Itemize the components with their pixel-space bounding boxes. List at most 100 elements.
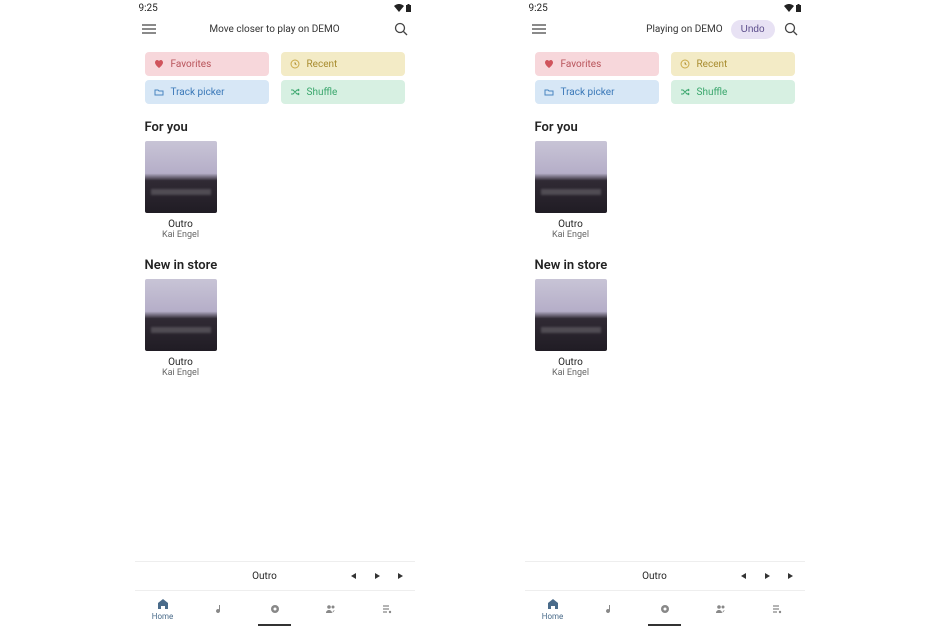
shuffle-icon xyxy=(679,86,691,98)
top-message: Playing on DEMO xyxy=(549,24,725,35)
status-bar: 9:25 xyxy=(525,0,805,14)
nav-playlists[interactable] xyxy=(359,591,415,626)
chip-favorites[interactable]: Favorites xyxy=(535,52,659,76)
status-time: 9:25 xyxy=(529,3,548,14)
album-art xyxy=(145,279,217,351)
nav-home[interactable]: Home xyxy=(135,591,191,626)
track-artist: Kai Engel xyxy=(535,230,607,240)
top-bar: Move closer to play on DEMO xyxy=(135,14,415,44)
mini-player-title: Outro xyxy=(183,571,347,582)
track-title: Outro xyxy=(145,219,217,230)
playlist-icon xyxy=(380,602,394,616)
nav-home[interactable]: Home xyxy=(525,591,581,626)
track-card[interactable]: Outro Kai Engel xyxy=(535,279,607,378)
wifi-icon xyxy=(784,4,794,12)
play-button[interactable] xyxy=(761,570,773,582)
chip-track-picker[interactable]: Track picker xyxy=(535,80,659,104)
people-icon xyxy=(714,602,728,616)
bottom-area: Outro Home xyxy=(135,561,415,626)
section-title-for-you: For you xyxy=(525,108,805,141)
battery-icon xyxy=(796,4,801,12)
music-note-icon xyxy=(602,602,616,616)
nav-music[interactable] xyxy=(191,591,247,626)
chip-track-picker[interactable]: Track picker xyxy=(145,80,269,104)
nav-artists[interactable] xyxy=(693,591,749,626)
track-title: Outro xyxy=(145,357,217,368)
chip-shuffle[interactable]: Shuffle xyxy=(281,80,405,104)
top-bar: Playing on DEMO Undo xyxy=(525,14,805,44)
status-time: 9:25 xyxy=(139,3,158,14)
prev-button[interactable] xyxy=(737,570,749,582)
menu-icon[interactable] xyxy=(529,19,549,39)
section-title-for-you: For you xyxy=(135,108,415,141)
album-art xyxy=(535,141,607,213)
chip-shuffle[interactable]: Shuffle xyxy=(671,80,795,104)
album-art xyxy=(145,141,217,213)
nav-label: Home xyxy=(152,612,174,621)
track-card[interactable]: Outro Kai Engel xyxy=(535,141,607,240)
track-title: Outro xyxy=(535,357,607,368)
nav-disc[interactable] xyxy=(247,591,303,626)
search-icon[interactable] xyxy=(781,19,801,39)
next-button[interactable] xyxy=(785,570,797,582)
disc-icon xyxy=(658,602,672,616)
heart-icon xyxy=(153,58,165,70)
folder-icon xyxy=(153,86,165,98)
search-icon[interactable] xyxy=(391,19,411,39)
nav-music[interactable] xyxy=(581,591,637,626)
clock-icon xyxy=(289,58,301,70)
next-button[interactable] xyxy=(395,570,407,582)
heart-icon xyxy=(543,58,555,70)
track-card[interactable]: Outro Kai Engel xyxy=(145,279,217,378)
folder-icon xyxy=(543,86,555,98)
chip-row-1: Favorites Recent xyxy=(135,44,415,80)
playlist-icon xyxy=(770,602,784,616)
prev-button[interactable] xyxy=(347,570,359,582)
status-bar: 9:25 xyxy=(135,0,415,14)
track-artist: Kai Engel xyxy=(145,230,217,240)
nav-bar: Home xyxy=(525,590,805,626)
section-title-new: New in store xyxy=(135,246,415,279)
section-title-new: New in store xyxy=(525,246,805,279)
track-artist: Kai Engel xyxy=(145,368,217,378)
chip-label: Favorites xyxy=(171,59,212,70)
home-icon xyxy=(156,597,170,611)
menu-icon[interactable] xyxy=(139,19,159,39)
undo-button[interactable]: Undo xyxy=(731,20,775,39)
chip-label: Shuffle xyxy=(697,87,728,98)
chip-row-1: Favorites Recent xyxy=(525,44,805,80)
people-icon xyxy=(324,602,338,616)
shuffle-icon xyxy=(289,86,301,98)
status-icons xyxy=(784,4,801,12)
chip-label: Recent xyxy=(307,59,338,70)
nav-disc[interactable] xyxy=(637,591,693,626)
status-icons xyxy=(394,4,411,12)
home-icon xyxy=(546,597,560,611)
mini-player[interactable]: Outro xyxy=(525,562,805,590)
mini-player-title: Outro xyxy=(573,571,737,582)
disc-icon xyxy=(268,602,282,616)
wifi-icon xyxy=(394,4,404,12)
chip-row-2: Track picker Shuffle xyxy=(135,80,415,108)
track-artist: Kai Engel xyxy=(535,368,607,378)
nav-playlists[interactable] xyxy=(749,591,805,626)
chip-favorites[interactable]: Favorites xyxy=(145,52,269,76)
mini-player[interactable]: Outro xyxy=(135,562,415,590)
chip-label: Shuffle xyxy=(307,87,338,98)
mini-controls xyxy=(347,570,407,582)
track-title: Outro xyxy=(535,219,607,230)
chip-row-2: Track picker Shuffle xyxy=(525,80,805,108)
chip-recent[interactable]: Recent xyxy=(671,52,795,76)
chip-recent[interactable]: Recent xyxy=(281,52,405,76)
top-message: Move closer to play on DEMO xyxy=(159,24,391,35)
nav-label: Home xyxy=(542,612,564,621)
phone-screen-left: 9:25 Move closer to play on DEMO Favorit… xyxy=(135,0,415,626)
play-button[interactable] xyxy=(371,570,383,582)
clock-icon xyxy=(679,58,691,70)
bottom-area: Outro Home xyxy=(525,561,805,626)
album-art xyxy=(535,279,607,351)
battery-icon xyxy=(406,4,411,12)
track-card[interactable]: Outro Kai Engel xyxy=(145,141,217,240)
nav-artists[interactable] xyxy=(303,591,359,626)
chip-label: Track picker xyxy=(561,87,615,98)
